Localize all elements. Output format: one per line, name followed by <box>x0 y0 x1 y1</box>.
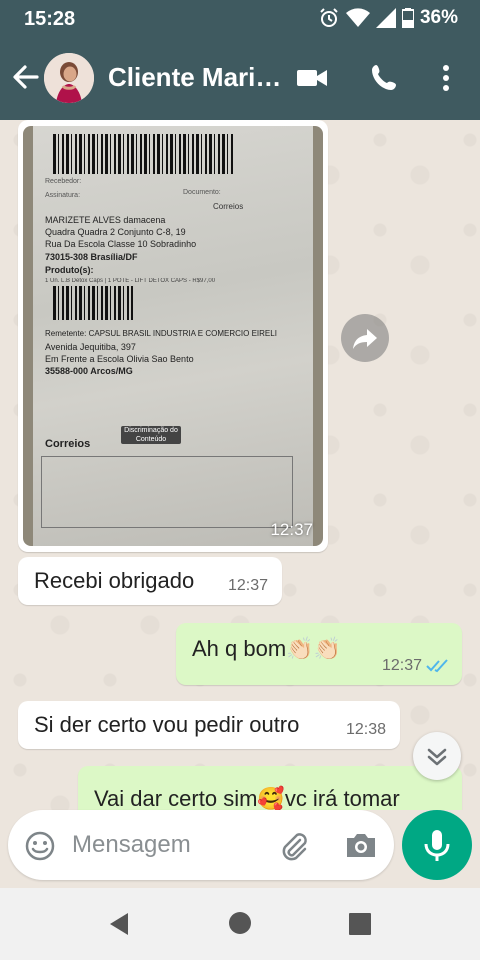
chat-header: Cliente Mari… <box>0 38 480 120</box>
forward-button[interactable] <box>341 314 389 362</box>
wifi-icon <box>345 8 370 27</box>
navigation-bar <box>0 888 480 960</box>
image-message[interactable]: Recebedor: Assinatura: Documento: Correi… <box>18 120 328 552</box>
message-time: 12:37 <box>270 520 313 539</box>
arrow-back-icon[interactable] <box>10 62 40 92</box>
photo-label: 35588-000 Arcos/MG <box>45 366 133 376</box>
emoji-icon[interactable] <box>24 830 56 862</box>
message-text: Si der certo vou pedir outro <box>34 712 300 737</box>
nav-home-icon[interactable] <box>228 911 252 935</box>
signal-icon <box>375 8 396 28</box>
photo-label: Rua Da Escola Classe 10 Sobradinho <box>45 239 197 249</box>
camera-icon[interactable] <box>344 830 378 860</box>
paperclip-icon[interactable] <box>278 830 310 862</box>
message-bubble-outgoing[interactable]: Vai dar certo sim🥰vc irá tomar <box>78 766 462 810</box>
battery-icon <box>401 8 414 28</box>
photo-label: Quadra Quadra 2 Conjunto C-8, 19 <box>45 227 186 237</box>
photo-label: MARIZETE ALVES damacena <box>45 215 166 225</box>
alarm-icon <box>320 8 338 27</box>
mic-button[interactable] <box>402 810 472 880</box>
nav-recents-icon[interactable] <box>348 912 372 936</box>
contact-name[interactable]: Cliente Mari… <box>108 62 288 93</box>
barcode <box>53 134 233 174</box>
photo-label: Recebedor: <box>45 178 82 185</box>
message-bubble-incoming[interactable]: Recebi obrigado 12:37 <box>18 557 282 605</box>
message-text: Ah q bom👏🏻👏🏻 <box>192 636 341 661</box>
message-time: 12:37 <box>381 657 422 674</box>
share-icon <box>353 329 377 349</box>
battery-percent: 36% <box>419 7 458 28</box>
message-bubble-outgoing[interactable]: Ah q bom👏🏻👏🏻 12:37 <box>176 623 462 685</box>
photo-label: Remetente: CAPSUL BRASIL INDUSTRIA E COM… <box>45 329 277 338</box>
video-call-icon[interactable] <box>296 62 328 94</box>
message-text: Recebi obrigado <box>34 568 195 593</box>
photo-label: 1 Un. L.B Detox Caps | 1 POTE - LIFT DET… <box>45 278 216 284</box>
photo-label: Produto(s): <box>45 265 94 275</box>
status-bar: 15:28 36% <box>0 0 480 38</box>
scroll-down-button[interactable] <box>413 732 461 780</box>
photo-label: Documento: <box>183 189 221 196</box>
chat-area[interactable]: Recebedor: Assinatura: Documento: Correi… <box>0 120 480 810</box>
package-photo[interactable]: Recebedor: Assinatura: Documento: Correi… <box>23 126 323 546</box>
message-text: Vai dar certo sim🥰vc irá tomar <box>94 786 400 810</box>
message-time: 12:38 <box>345 721 386 738</box>
message-bubble-incoming[interactable]: Si der certo vou pedir outro 12:38 <box>18 701 400 749</box>
form-table <box>41 456 293 528</box>
mic-icon <box>424 830 450 861</box>
more-vert-icon[interactable] <box>430 62 462 94</box>
message-input[interactable]: Mensagem <box>8 810 394 880</box>
status-time: 15:28 <box>24 8 76 30</box>
avatar[interactable] <box>44 53 94 103</box>
photo-label: Assinatura: <box>45 192 81 199</box>
photo-label: Avenida Jequitiba, 397 <box>45 342 136 352</box>
double-chevron-down-icon <box>427 748 447 766</box>
message-placeholder: Mensagem <box>72 831 191 858</box>
phone-icon[interactable] <box>368 62 400 94</box>
content-tag: Discriminação do Conteúdo <box>121 426 181 444</box>
barcode <box>53 286 133 320</box>
nav-back-icon[interactable] <box>106 911 132 937</box>
composer: Mensagem <box>0 810 480 888</box>
photo-label: Em Frente a Escola Olivia Sao Bento <box>45 354 194 364</box>
photo-label: Correios <box>213 202 244 211</box>
message-time: 12:37 <box>227 577 268 594</box>
photo-label: Correios <box>45 438 91 450</box>
photo-label: 73015-308 Brasília/DF <box>45 252 138 262</box>
double-check-icon <box>426 659 448 673</box>
status-icons: 36% <box>318 7 458 29</box>
